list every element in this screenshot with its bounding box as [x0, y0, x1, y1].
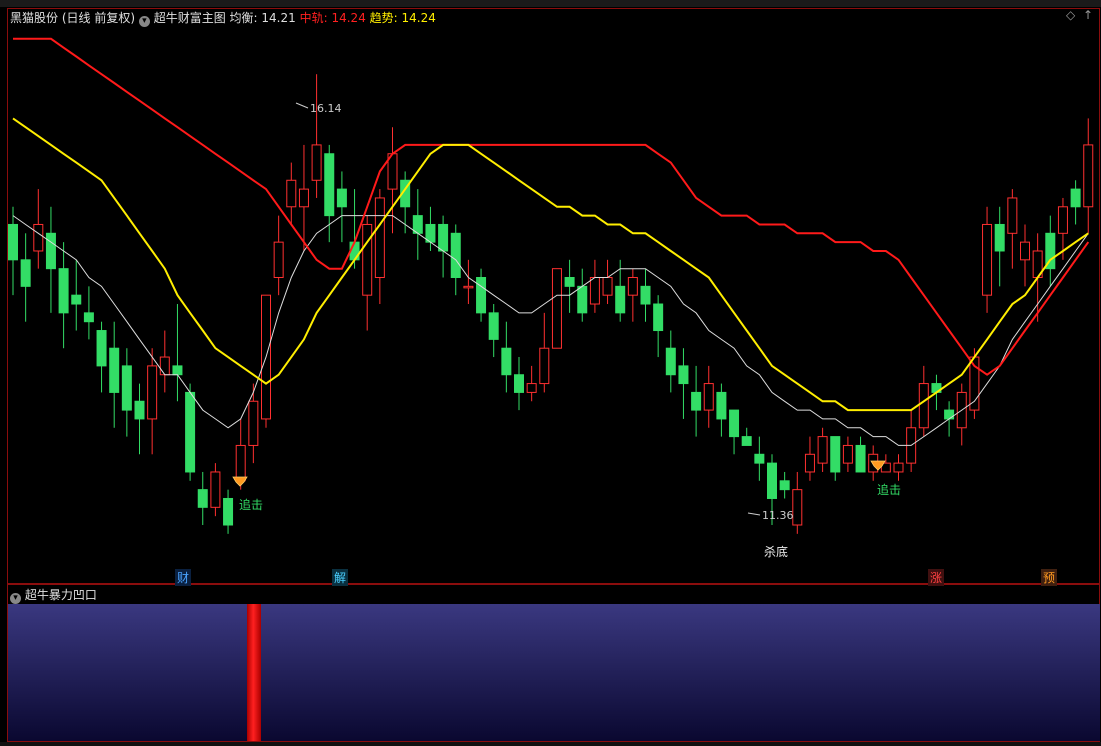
- candle-up: [298, 188, 309, 208]
- chase-signal-label: 追击: [239, 497, 263, 512]
- candle-up: [627, 277, 638, 296]
- sub-header: ▾ 超牛暴力凹口: [10, 586, 97, 604]
- candle-down: [96, 330, 107, 367]
- candle-up: [311, 144, 322, 181]
- candle-up: [817, 436, 828, 464]
- candle-up: [159, 356, 170, 376]
- candle-up: [1007, 197, 1018, 234]
- event-tag-forecast[interactable]: 预: [1041, 569, 1058, 586]
- candle-down: [678, 365, 689, 385]
- candle-down: [8, 223, 18, 261]
- candle-down: [476, 277, 487, 314]
- candle-down: [944, 409, 955, 420]
- candle-up: [235, 444, 246, 482]
- candle-up: [273, 241, 284, 278]
- bottom-status-strip: [0, 742, 1101, 746]
- candle-down: [855, 444, 866, 473]
- candle-down: [754, 453, 765, 464]
- candle-down: [83, 312, 94, 323]
- candle-down: [121, 365, 132, 411]
- candle-down: [640, 285, 651, 305]
- candle-down: [767, 462, 777, 499]
- candle-up: [589, 277, 600, 305]
- candle-down: [45, 232, 56, 270]
- candle-down: [488, 312, 499, 340]
- candle-up: [703, 383, 714, 411]
- candle-down: [58, 268, 69, 314]
- high-price-label: 16.14: [310, 102, 342, 115]
- candle-up: [792, 489, 803, 526]
- indicator-sub-name: 超牛暴力凹口: [24, 588, 97, 602]
- candle-down: [665, 347, 676, 376]
- candle-up: [33, 223, 44, 252]
- candle-down: [109, 347, 120, 393]
- candle-down: [577, 285, 588, 314]
- candle-down: [336, 188, 347, 208]
- candle-up: [248, 400, 259, 446]
- candle-up: [804, 453, 815, 473]
- candle-up: [526, 383, 537, 393]
- candle-down: [615, 285, 626, 314]
- candle-up: [463, 285, 474, 289]
- candle-up: [893, 462, 904, 473]
- low-price-pointer: [747, 512, 761, 516]
- candle-down: [197, 489, 208, 508]
- candle-up: [1083, 144, 1094, 208]
- candle-down: [716, 391, 727, 420]
- candle-up: [286, 179, 297, 208]
- candle-down: [729, 409, 740, 438]
- candle-up: [362, 223, 373, 296]
- event-tag-rise[interactable]: 涨: [928, 569, 945, 586]
- candle-up: [539, 347, 550, 385]
- candle-down: [324, 153, 335, 217]
- event-tag-finance[interactable]: 财: [175, 569, 192, 586]
- sub-indicator-area: [8, 604, 1100, 741]
- low-price-label: 11.36: [762, 509, 794, 522]
- candle-up: [551, 268, 562, 349]
- candlestick-chart: 16.14 11.36 追击 追击 杀底: [8, 37, 1094, 559]
- candle-down: [71, 294, 82, 305]
- candle-up: [842, 444, 853, 464]
- candle-up: [918, 383, 929, 429]
- candle-up: [1057, 206, 1068, 234]
- candle-down: [450, 232, 461, 279]
- candle-down: [564, 277, 575, 287]
- candle-up: [147, 365, 158, 420]
- candle-down: [830, 436, 841, 473]
- candle-up: [982, 223, 993, 296]
- sub-indicator-bar: [247, 604, 261, 741]
- candle-down: [172, 365, 183, 376]
- candle-down: [185, 391, 196, 473]
- candle-down: [994, 223, 1005, 252]
- high-price-pointer: [295, 102, 309, 109]
- candle-up: [1020, 241, 1030, 261]
- candle-down: [501, 347, 512, 376]
- candle-down: [514, 374, 524, 393]
- candle-down: [134, 400, 145, 420]
- event-tag-unlock[interactable]: 解: [332, 569, 349, 586]
- collapse-sub-icon[interactable]: ▾: [10, 593, 21, 604]
- diamond-signal-icon: [232, 476, 248, 487]
- chase-signal-label: 追击: [877, 482, 901, 497]
- candle-down: [223, 497, 234, 526]
- candle-down: [20, 259, 31, 287]
- candle-up: [210, 471, 221, 508]
- candle-down: [741, 436, 752, 446]
- candle-down: [438, 223, 449, 252]
- candle-down: [779, 480, 790, 491]
- candle-up: [602, 277, 613, 296]
- bottom-signal-label: 杀底: [764, 544, 788, 559]
- candle-down: [653, 303, 664, 332]
- candle-down: [691, 391, 702, 411]
- series-line-mid-band: [13, 37, 1090, 376]
- candle-up: [374, 197, 385, 278]
- candle-down: [1070, 188, 1081, 208]
